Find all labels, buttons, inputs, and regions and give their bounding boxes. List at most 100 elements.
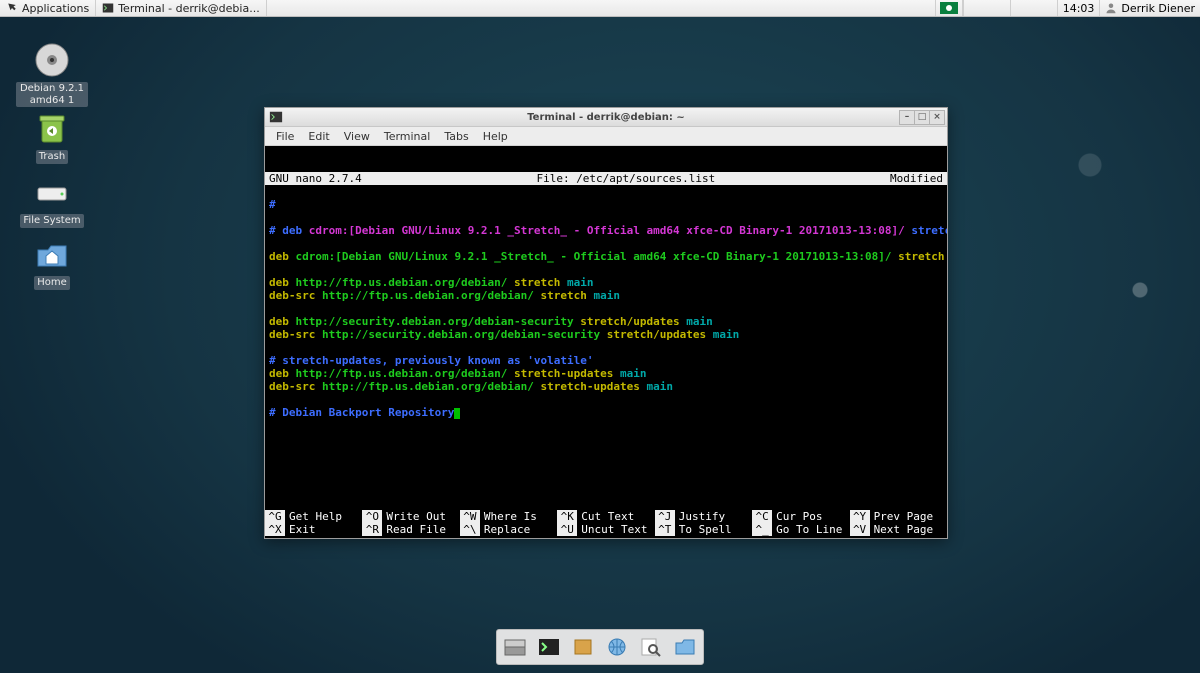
terminal-icon xyxy=(102,2,114,14)
trash-icon xyxy=(32,108,72,148)
nano-file-label: File: /etc/apt/sources.list xyxy=(362,172,890,185)
panel-clock[interactable]: 14:03 xyxy=(1057,0,1100,16)
menu-edit[interactable]: Edit xyxy=(301,130,336,143)
menu-help[interactable]: Help xyxy=(476,130,515,143)
nano-line-10d: main xyxy=(640,380,673,393)
desktop-icon-trash-label: Trash xyxy=(36,150,68,164)
top-panel: Applications Terminal - derrik@debia... … xyxy=(0,0,1200,17)
nano-key-spell[interactable]: ^T xyxy=(655,523,675,536)
nano-line-6a: deb xyxy=(269,315,289,328)
nano-line-11: # Debian Backport Repository xyxy=(269,406,454,419)
terminal-window: Terminal - derrik@debian: ~ – □ × File E… xyxy=(264,107,948,539)
nano-line-2c: stretch ma xyxy=(905,224,947,237)
home-folder-icon xyxy=(32,234,72,274)
dock-folder[interactable] xyxy=(670,633,700,661)
nano-line-9b: http://ftp.us.debian.org/debian/ xyxy=(289,367,508,380)
nano-line-7a: deb-src xyxy=(269,328,315,341)
applications-menu[interactable]: Applications xyxy=(0,0,96,16)
nano-key-write-out[interactable]: ^O xyxy=(362,510,382,523)
dock-show-desktop[interactable] xyxy=(500,633,530,661)
nano-key-replace[interactable]: ^\ xyxy=(460,523,480,536)
window-close-button[interactable]: × xyxy=(929,110,945,125)
window-maximize-button[interactable]: □ xyxy=(914,110,930,125)
text-cursor xyxy=(454,408,460,419)
tray-status-icon[interactable] xyxy=(940,2,958,14)
panel-spacer xyxy=(267,0,935,16)
window-minimize-button[interactable]: – xyxy=(899,110,915,125)
nano-line-6c: stretch/updates xyxy=(574,315,680,328)
nano-label-write-out: Write Out xyxy=(386,510,446,523)
nano-line-10a: deb-src xyxy=(269,380,315,393)
desktop-icon-trash[interactable]: Trash xyxy=(16,108,88,164)
nano-key-read-file[interactable]: ^R xyxy=(362,523,382,536)
nano-line-4c: stretch xyxy=(507,276,560,289)
nano-line-3b: cdrom:[Debian GNU/Linux 9.2.1 _Stretch_ … xyxy=(289,250,892,263)
mouse-icon xyxy=(6,2,18,14)
nano-label-where-is: Where Is xyxy=(484,510,537,523)
dock-web-browser[interactable] xyxy=(602,633,632,661)
nano-key-get-help[interactable]: ^G xyxy=(265,510,285,523)
window-titlebar[interactable]: Terminal - derrik@debian: ~ – □ × xyxy=(265,108,947,127)
nano-line-9d: main xyxy=(613,367,646,380)
nano-key-cut[interactable]: ^K xyxy=(557,510,577,523)
nano-key-curpos[interactable]: ^C xyxy=(752,510,772,523)
clock-text: 14:03 xyxy=(1063,2,1095,15)
nano-line-3c: stretch xyxy=(892,250,945,263)
dot-icon xyxy=(946,5,952,11)
nano-label-cut: Cut Text xyxy=(581,510,634,523)
nano-line-3d: main xyxy=(945,250,947,263)
nano-label-spell: To Spell xyxy=(679,523,732,536)
nano-line-6d: main xyxy=(680,315,713,328)
nano-line-4d: main xyxy=(560,276,593,289)
tray-area xyxy=(935,0,963,16)
terminal-output[interactable]: GNU nano 2.7.4 File: /etc/apt/sources.li… xyxy=(265,146,947,510)
terminal-icon xyxy=(269,110,283,124)
dock-file-manager[interactable] xyxy=(568,633,598,661)
dock-terminal[interactable] xyxy=(534,633,564,661)
nano-line-1: # xyxy=(269,198,276,211)
desktop-icon-cd[interactable]: Debian 9.2.1 amd64 1 xyxy=(16,40,88,107)
nano-key-next[interactable]: ^V xyxy=(850,523,870,536)
desktop-icon-home[interactable]: Home xyxy=(16,234,88,290)
user-menu[interactable]: Derrik Diener xyxy=(1099,0,1200,16)
menu-view[interactable]: View xyxy=(337,130,377,143)
nano-line-2b: cdrom:[Debian GNU/Linux 9.2.1 _Stretch_ … xyxy=(309,224,905,237)
menu-file[interactable]: File xyxy=(269,130,301,143)
nano-key-where-is[interactable]: ^W xyxy=(460,510,480,523)
nano-key-uncut[interactable]: ^U xyxy=(557,523,577,536)
nano-line-5d: main xyxy=(587,289,620,302)
nano-body: # # deb cdrom:[Debian GNU/Linux 9.2.1 _S… xyxy=(265,198,947,419)
nano-line-5c: stretch xyxy=(534,289,587,302)
desktop-icon-cd-label: Debian 9.2.1 amd64 1 xyxy=(16,82,88,107)
nano-key-prev[interactable]: ^Y xyxy=(850,510,870,523)
menu-terminal[interactable]: Terminal xyxy=(377,130,438,143)
taskbar-terminal[interactable]: Terminal - derrik@debia... xyxy=(96,0,267,16)
nano-line-7c: stretch/updates xyxy=(600,328,706,341)
nano-key-exit[interactable]: ^X xyxy=(265,523,285,536)
menu-tabs[interactable]: Tabs xyxy=(437,130,475,143)
nano-line-4a: deb xyxy=(269,276,289,289)
nano-line-3a: deb xyxy=(269,250,289,263)
nano-status: Modified xyxy=(890,172,943,185)
nano-line-5b: http://ftp.us.debian.org/debian/ xyxy=(315,289,534,302)
tray-slot-1[interactable] xyxy=(963,0,1010,16)
user-label: Derrik Diener xyxy=(1121,2,1195,15)
nano-key-goto[interactable]: ^_ xyxy=(752,523,772,536)
nano-line-9a: deb xyxy=(269,367,289,380)
taskbar-label: Terminal - derrik@debia... xyxy=(118,2,260,15)
nano-label-exit: Exit xyxy=(289,523,316,536)
nano-line-7d: main xyxy=(706,328,739,341)
nano-line-8: # stretch-updates, previously known as '… xyxy=(269,354,594,367)
nano-label-replace: Replace xyxy=(484,523,530,536)
desktop-icon-filesystem[interactable]: File System xyxy=(16,172,88,228)
desktop-icon-home-label: Home xyxy=(34,276,70,290)
window-controls: – □ × xyxy=(900,110,945,125)
nano-version: GNU nano 2.7.4 xyxy=(269,172,362,185)
tray-slot-2[interactable] xyxy=(1010,0,1057,16)
nano-label-justify: Justify xyxy=(679,510,725,523)
dock-find[interactable] xyxy=(636,633,666,661)
cd-icon xyxy=(32,40,72,80)
nano-label-prev: Prev Page xyxy=(874,510,934,523)
nano-key-justify[interactable]: ^J xyxy=(655,510,675,523)
nano-line-7b: http://security.debian.org/debian-securi… xyxy=(315,328,600,341)
